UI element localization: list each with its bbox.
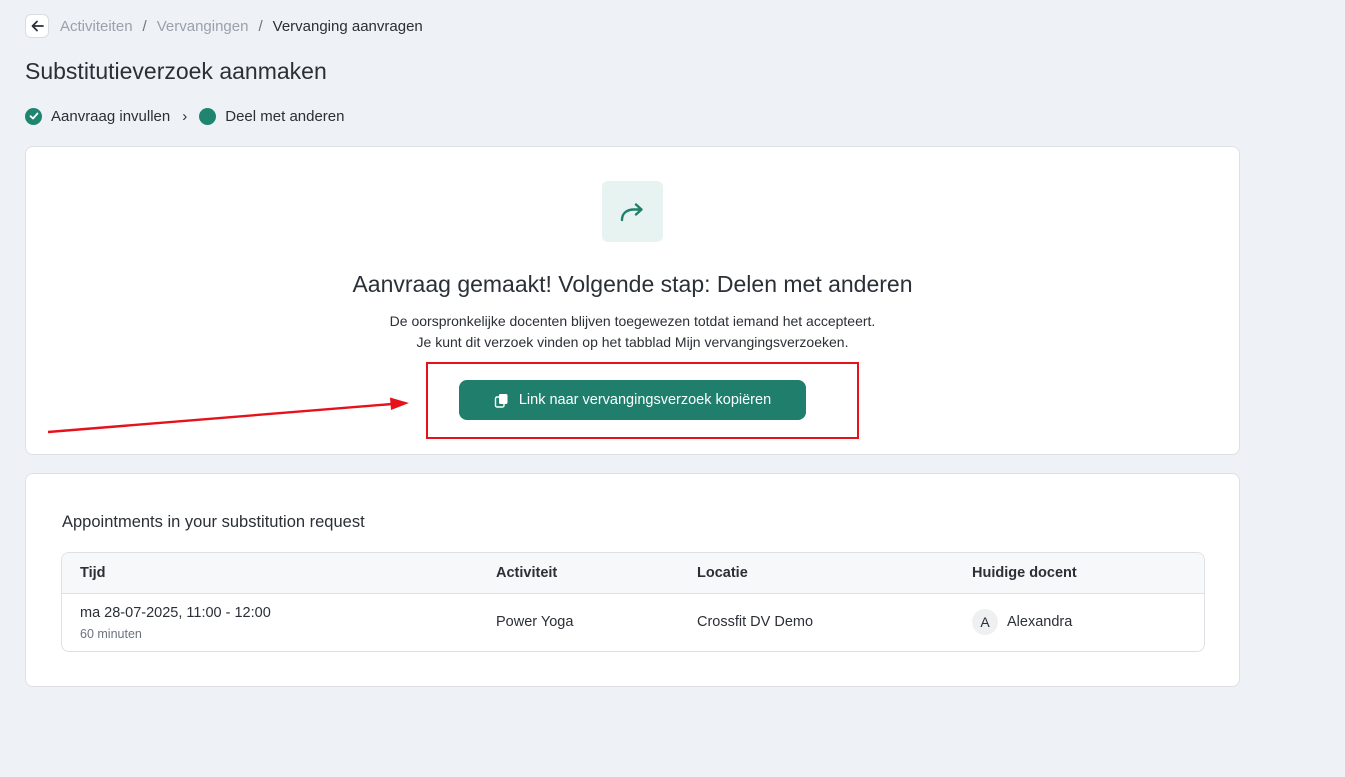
back-button[interactable] bbox=[25, 14, 49, 38]
appointments-table: Tijd Activiteit Locatie Huidige docent m… bbox=[61, 552, 1205, 652]
avatar: A bbox=[972, 609, 998, 635]
appointment-duration: 60 minuten bbox=[80, 627, 142, 641]
check-circle-icon bbox=[25, 107, 42, 125]
appointments-heading: Appointments in your substitution reques… bbox=[62, 513, 365, 531]
appointment-time: ma 28-07-2025, 11:00 - 12:00 bbox=[80, 605, 271, 621]
step-label-deel-met-anderen: Deel met anderen bbox=[225, 107, 345, 125]
teacher-name: Alexandra bbox=[1007, 614, 1073, 630]
share-icon-container bbox=[602, 181, 663, 242]
share-description-line-2: Je kunt dit verzoek vinden op het tabbla… bbox=[416, 334, 849, 350]
breadcrumb-separator: / bbox=[142, 17, 147, 35]
arrow-left-icon bbox=[31, 20, 44, 32]
column-header-locatie: Locatie bbox=[697, 565, 748, 581]
active-step-dot-icon bbox=[199, 107, 217, 125]
chevron-right-icon: › bbox=[182, 107, 188, 125]
share-description: De oorspronkelijke docenten blijven toeg… bbox=[26, 311, 1239, 353]
table-header: Tijd Activiteit Locatie Huidige docent bbox=[62, 553, 1204, 594]
table-row: ma 28-07-2025, 11:00 - 12:00 60 minuten … bbox=[62, 594, 1204, 651]
share-heading: Aanvraag gemaakt! Volgende stap: Delen m… bbox=[352, 271, 913, 297]
share-description-line-1: De oorspronkelijke docenten blijven toeg… bbox=[389, 313, 876, 329]
progress-steps: Aanvraag invullen › Deel met anderen bbox=[25, 106, 345, 126]
annotation-highlight-box bbox=[426, 362, 859, 439]
appointment-activity: Power Yoga bbox=[496, 614, 574, 630]
column-header-activiteit: Activiteit bbox=[496, 565, 558, 581]
appointments-card: Appointments in your substitution reques… bbox=[25, 473, 1240, 687]
step-label-aanvraag-invullen: Aanvraag invullen bbox=[51, 107, 171, 125]
column-header-huidige-docent: Huidige docent bbox=[972, 565, 1077, 581]
breadcrumb-current: Vervanging aanvragen bbox=[272, 17, 423, 35]
breadcrumb-activiteiten-link[interactable]: Activiteiten bbox=[60, 18, 133, 35]
breadcrumb: Activiteiten / Vervangingen / Vervanging… bbox=[25, 12, 423, 40]
breadcrumb-vervangingen-link[interactable]: Vervangingen bbox=[157, 18, 249, 35]
appointment-teacher: A Alexandra bbox=[972, 609, 1072, 635]
column-header-tijd: Tijd bbox=[80, 565, 106, 581]
breadcrumb-separator: / bbox=[258, 17, 263, 35]
appointment-location: Crossfit DV Demo bbox=[697, 614, 814, 630]
page-title: Substitutieverzoek aanmaken bbox=[25, 58, 327, 84]
share-forward-icon bbox=[620, 202, 643, 221]
